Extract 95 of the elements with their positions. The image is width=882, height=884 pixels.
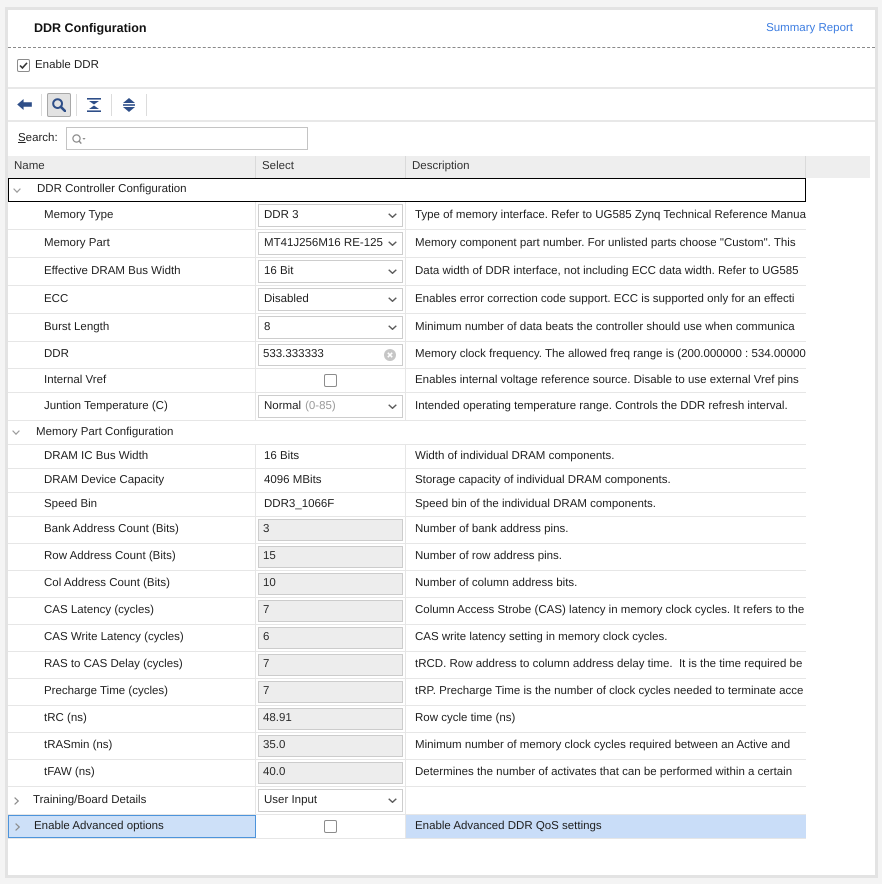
search-toggle-button[interactable]	[47, 92, 71, 116]
description-cell-text: Type of memory interface. Refer to UG585 Zynq Technical Reference Manua	[414, 208, 806, 223]
description-cell-text: tRP. Precharge Time is the number of clock cycles needed to terminate acce	[414, 684, 804, 700]
checkbox[interactable]	[17, 59, 30, 72]
description-cell-text: Width of individual DRAM components.	[414, 448, 616, 464]
chevron-down-icon	[388, 325, 397, 330]
description-cell-text: Determines the number of activates that can be performed within a certain	[414, 765, 794, 780]
parameter-name: ECC	[44, 292, 68, 307]
dropdown[interactable]: User Input	[258, 789, 403, 812]
expand-all-icon	[123, 98, 135, 112]
group-row[interactable]: DDR Controller Configuration	[8, 178, 806, 202]
description-cell-text: Enables error correction code support. ECC is supported only for an effecti	[414, 292, 796, 307]
chevron-down-icon	[388, 297, 397, 302]
parameter-name: tRC (ns)	[44, 711, 87, 726]
chevron-right-icon[interactable]	[14, 796, 18, 804]
clear-icon[interactable]	[384, 349, 396, 361]
summary-report-link[interactable]: Summary Report	[766, 20, 853, 38]
description-cell-text: Number of row address pins.	[414, 549, 564, 564]
chevron-down-icon	[388, 404, 397, 409]
description-cell: Enable Advanced DDR QoS settings	[406, 815, 806, 838]
group-name: Memory Part Configuration	[36, 424, 174, 440]
description-cell-text: Enables internal voltage reference source. Disable to use external Vref pins	[414, 372, 800, 388]
readonly-field: 7	[258, 654, 403, 676]
description-cell-text: Speed bin of the individual DRAM components.	[414, 496, 658, 512]
chevron-down-icon[interactable]	[13, 188, 21, 192]
parameter-name: DDR	[44, 347, 69, 362]
parameter-name: Col Address Count (Bits)	[44, 576, 170, 592]
panel-title: DDR Configuration	[34, 20, 146, 38]
parameter-name: Training/Board Details	[33, 792, 146, 808]
parameter-name: tRASmin (ns)	[44, 738, 112, 754]
checkbox[interactable]	[324, 374, 337, 387]
search-field[interactable]	[66, 127, 308, 150]
chevron-down-icon	[388, 798, 397, 803]
readonly-field: 35.0	[258, 735, 403, 757]
description-cell-text: Minimum number of data beats the controller should use when communica	[414, 320, 796, 335]
parameter-name: Row Address Count (Bits)	[44, 549, 176, 564]
value-cell: 16 Bits	[256, 445, 406, 468]
value-cell: 4096 MBits	[256, 469, 406, 492]
description-cell-text: Intended operating temperature range. Controls the DDR refresh interval.	[414, 398, 789, 414]
group-name: DDR Controller Configuration	[37, 182, 187, 198]
description-cell-text: CAS write latency setting in memory clock cycles.	[414, 630, 668, 646]
parameter-name: Internal Vref	[44, 372, 106, 388]
checkbox-label: Enable DDR	[35, 59, 99, 72]
chevron-right-icon[interactable]	[14, 822, 20, 830]
description-cell-text: Data width of DDR interface, not including ECC data width. Refer to UG585	[414, 264, 800, 279]
chevron-down-icon	[388, 241, 397, 246]
readonly-field: 48.91	[258, 708, 403, 730]
dropdown[interactable]: Normal (0-85)	[258, 395, 403, 418]
readonly-field: 10	[258, 573, 403, 595]
chevron-down-icon	[388, 269, 397, 274]
parameter-name: DRAM Device Capacity	[44, 472, 164, 488]
description-cell-text: Number of bank address pins.	[414, 522, 570, 538]
search-label: Search:	[18, 130, 58, 146]
description-cell-text: Number of column address bits.	[414, 576, 578, 592]
parameter-name: Memory Part	[44, 236, 110, 251]
parameter-name: tFAW (ns)	[44, 765, 95, 780]
description-cell-text: Column Access Strobe (CAS) latency in memory clock cycles. It refers to the	[414, 603, 806, 618]
parameter-name: CAS Write Latency (cycles)	[44, 630, 184, 646]
readonly-field: 40.0	[258, 762, 403, 784]
value-cell: DDR3_1066F	[256, 493, 406, 516]
readonly-field: 7	[258, 600, 403, 622]
checkbox[interactable]	[324, 820, 337, 833]
parameter-name: Enable Advanced options	[34, 818, 164, 834]
text-field[interactable]: 533.333333	[258, 344, 403, 366]
description-cell-text: Row cycle time (ns)	[414, 711, 516, 726]
chevron-down-icon	[388, 213, 397, 218]
dropdown[interactable]: 8	[258, 316, 403, 339]
description-cell-text: Minimum number of memory clock cycles required between an Active and	[414, 738, 792, 754]
dropdown[interactable]: DDR 3	[258, 204, 403, 227]
collapse-all-icon	[87, 98, 101, 112]
parameter-name: Juntion Temperature (C)	[44, 398, 168, 414]
description-cell-text: Storage capacity of individual DRAM components.	[414, 472, 672, 488]
parameter-name: RAS to CAS Delay (cycles)	[44, 657, 183, 672]
readonly-field: 15	[258, 546, 403, 568]
readonly-field: 7	[258, 681, 403, 703]
search-icon	[72, 134, 86, 144]
parameter-name: Burst Length	[44, 320, 110, 335]
description-cell-text: Memory clock frequency. The allowed freq range is (200.000000 : 534.00000	[414, 347, 806, 362]
parameter-name: Effective DRAM Bus Width	[44, 264, 181, 279]
description-cell-text: tRCD. Row address to column address delay time. It is the time required be	[414, 657, 804, 672]
readonly-field: 6	[258, 627, 403, 649]
search-icon	[52, 98, 66, 112]
parameter-name: Memory Type	[44, 208, 114, 223]
parameter-name: Speed Bin	[44, 496, 98, 512]
parameter-name: DRAM IC Bus Width	[44, 448, 148, 464]
dropdown[interactable]: MT41J256M16 RE-125	[258, 232, 403, 255]
back-arrow-icon	[16, 99, 32, 110]
parameter-name: CAS Latency (cycles)	[44, 603, 154, 618]
dropdown[interactable]: 16 Bit	[258, 260, 403, 283]
parameter-name: Bank Address Count (Bits)	[44, 522, 179, 538]
readonly-field: 3	[258, 519, 403, 541]
dropdown[interactable]: Disabled	[258, 288, 403, 311]
chevron-down-icon[interactable]	[12, 430, 20, 435]
parameter-name: Precharge Time (cycles)	[44, 684, 168, 700]
description-cell-text: Memory component part number. For unlisted parts choose "Custom". This	[414, 236, 797, 251]
